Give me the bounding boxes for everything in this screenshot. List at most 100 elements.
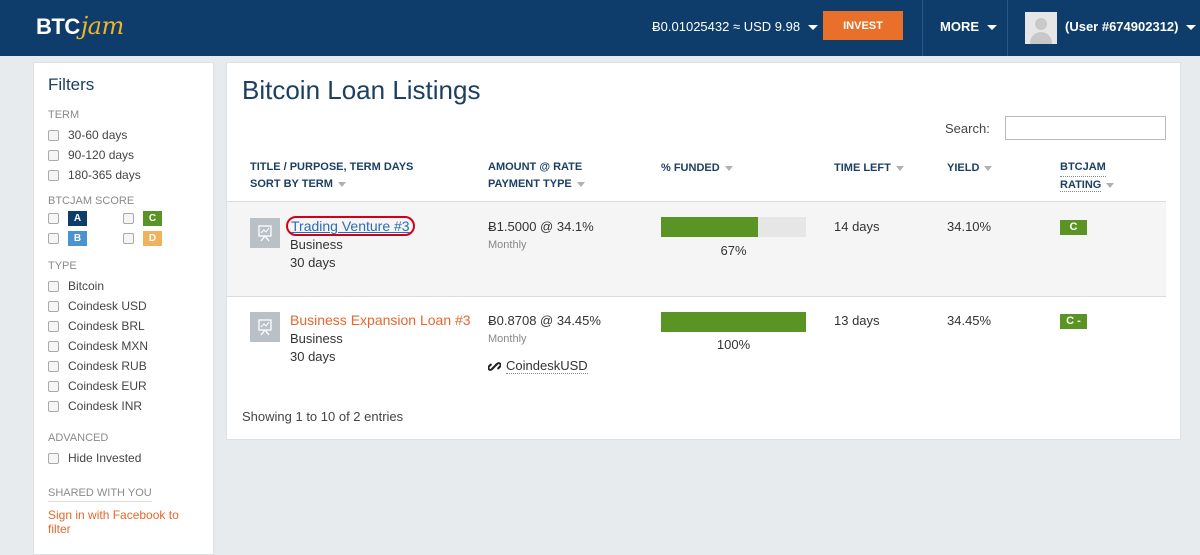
yield-value: 34.45% — [947, 313, 992, 328]
user-menu[interactable]: (User #674902312) — [1065, 19, 1197, 34]
currency-link[interactable]: CoindeskUSD — [488, 358, 588, 374]
sort-caret-icon — [1106, 182, 1115, 188]
checkbox[interactable] — [48, 169, 59, 181]
sort-label: PAYMENT TYPE — [488, 178, 572, 190]
grade-option-a[interactable]: A — [48, 211, 123, 226]
checkbox[interactable] — [48, 149, 59, 161]
shared-label: SHARED WITH YOU — [48, 487, 152, 502]
checkbox[interactable] — [48, 380, 59, 392]
type-option[interactable]: Coindesk EUR — [48, 376, 199, 396]
col-header-yield[interactable]: YIELD — [947, 159, 993, 177]
grade-badge: A — [68, 211, 87, 226]
loan-title-link[interactable]: Business Expansion Loan #3 — [290, 312, 471, 328]
user-label: (User #674902312) — [1065, 19, 1179, 34]
funded-progress-bar — [661, 217, 806, 237]
col-header-funded[interactable]: % FUNDED — [661, 159, 733, 177]
loan-title-link[interactable]: Trading Venture #3 — [286, 216, 415, 236]
presentation-icon — [250, 312, 280, 342]
col-amount-line1: AMOUNT @ RATE — [488, 161, 583, 173]
col-header-title[interactable]: TITLE / PURPOSE, TERM DAYS SORT BY TERM — [250, 159, 413, 193]
facebook-signin-link[interactable]: Sign in with Facebook to filter — [48, 508, 199, 536]
sort-caret-icon — [895, 165, 904, 171]
avatar[interactable] — [1025, 12, 1057, 44]
checkbox[interactable] — [48, 340, 59, 352]
col-title-line1: TITLE / PURPOSE, TERM DAYS — [250, 161, 414, 173]
table-row: Business Expansion Loan #3 Business 30 d… — [227, 297, 1166, 397]
search-input[interactable] — [1005, 116, 1166, 140]
type-label: TYPE — [48, 260, 77, 272]
checkbox[interactable] — [48, 400, 59, 412]
term-option[interactable]: 30-60 days — [48, 125, 199, 145]
option-label: Coindesk INR — [68, 399, 143, 413]
grade-grid: A C B D — [48, 211, 199, 246]
option-label: 180-365 days — [68, 168, 141, 182]
term-option[interactable]: 90-120 days — [48, 145, 199, 165]
filters-sidebar: Filters TERM 30-60 days 90-120 days 180-… — [33, 62, 214, 555]
checkbox[interactable] — [48, 233, 59, 244]
type-option[interactable]: Bitcoin — [48, 276, 199, 296]
option-label: Coindesk USD — [68, 299, 147, 313]
col-yield-label: YIELD — [947, 162, 980, 174]
payment-type: Monthly — [488, 333, 527, 345]
col-header-time-left[interactable]: TIME LEFT — [834, 159, 904, 177]
loan-amount: Ƀ0.8708 @ 34.45% — [488, 313, 601, 328]
checkbox[interactable] — [48, 300, 59, 312]
currency-label: CoindeskUSD — [506, 358, 588, 374]
col-header-amount[interactable]: AMOUNT @ RATE PAYMENT TYPE — [488, 159, 585, 193]
time-left: 14 days — [834, 219, 880, 234]
option-label: Hide Invested — [68, 451, 142, 465]
payment-type: Monthly — [488, 239, 527, 251]
checkbox[interactable] — [48, 213, 59, 224]
option-label: Coindesk RUB — [68, 359, 147, 373]
nav-divider — [1007, 0, 1008, 56]
score-label: BTCJAM SCORE — [48, 195, 135, 207]
checkbox[interactable] — [123, 213, 134, 224]
checkbox[interactable] — [48, 320, 59, 332]
option-label: 30-60 days — [68, 128, 128, 142]
funded-progress-bar — [661, 312, 806, 332]
search-label: Search: — [945, 121, 990, 136]
type-option[interactable]: Coindesk BRL — [48, 316, 199, 336]
option-label: 90-120 days — [68, 148, 135, 162]
grade-option-b[interactable]: B — [48, 231, 123, 246]
chevron-down-icon — [808, 25, 819, 31]
advanced-label: ADVANCED — [48, 432, 109, 444]
checkbox[interactable] — [123, 233, 134, 244]
checkbox[interactable] — [48, 280, 59, 292]
grade-option-d[interactable]: D — [123, 231, 183, 246]
type-option[interactable]: Coindesk USD — [48, 296, 199, 316]
filters-title: Filters — [48, 75, 95, 94]
more-menu[interactable]: MORE — [940, 19, 997, 34]
loan-purpose: Business — [290, 331, 343, 346]
loan-amount: Ƀ1.5000 @ 34.1% — [488, 219, 594, 234]
option-label: Bitcoin — [68, 279, 105, 293]
table-row: Trading Venture #3 Business 30 days Ƀ1.5… — [227, 201, 1166, 297]
col-header-rating[interactable]: BTCJAM RATING — [1060, 159, 1115, 194]
btcjam-logo[interactable]: BTCjam — [36, 12, 124, 40]
checkbox[interactable] — [48, 129, 59, 141]
type-option[interactable]: Coindesk RUB — [48, 356, 199, 376]
checkbox[interactable] — [48, 452, 59, 464]
top-navbar: BTCjam Ƀ0.01025432 ≈ USD 9.98 INVEST MOR… — [0, 0, 1200, 56]
hide-invested-option[interactable]: Hide Invested — [48, 448, 199, 468]
presentation-icon — [250, 218, 280, 248]
balance-dropdown[interactable]: Ƀ0.01025432 ≈ USD 9.98 — [652, 19, 819, 34]
table-info: Showing 1 to 10 of 2 entries — [242, 409, 404, 424]
loan-purpose: Business — [290, 237, 343, 252]
type-option[interactable]: Coindesk INR — [48, 396, 199, 416]
nav-divider — [922, 0, 923, 56]
grade-badge: C — [143, 211, 162, 226]
funded-progress-fill — [661, 312, 806, 332]
invest-button[interactable]: INVEST — [823, 11, 903, 40]
avatar-body — [1030, 32, 1052, 44]
checkbox[interactable] — [48, 360, 59, 372]
loan-listings-panel: Bitcoin Loan Listings Search: TITLE / PU… — [226, 62, 1181, 440]
grade-option-c[interactable]: C — [123, 211, 183, 226]
sort-caret-icon — [337, 181, 346, 187]
term-option[interactable]: 180-365 days — [48, 165, 199, 185]
grade-badge: B — [68, 231, 87, 246]
funded-progress-fill — [661, 217, 759, 237]
loan-term: 30 days — [290, 349, 336, 364]
type-option[interactable]: Coindesk MXN — [48, 336, 199, 356]
